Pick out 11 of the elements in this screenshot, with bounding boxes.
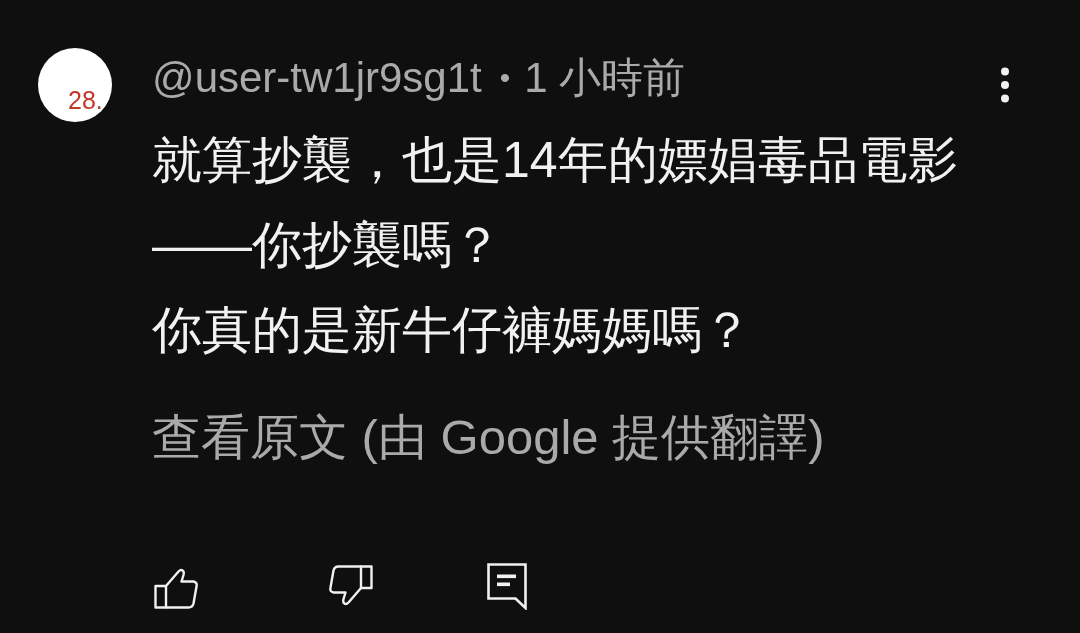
author-name[interactable]: @user-tw1jr9sg1t	[152, 48, 482, 108]
comment-icon	[487, 563, 527, 610]
comment-text: 就算抄襲，也是14年的嫖娼毒品電影——你抄襲嗎？	[152, 131, 959, 275]
bullet-separator: •	[499, 60, 511, 96]
comment-time: 1 小時前	[524, 53, 686, 103]
reply-button[interactable]	[487, 563, 527, 610]
view-original-link[interactable]: 查看原文 (由 Google 提供翻譯)	[152, 407, 825, 467]
more-options-icon	[999, 67, 1011, 103]
comment-text: 你真的是新牛仔褲媽媽嗎？	[152, 301, 753, 360]
avatar-text: 28.	[68, 86, 103, 114]
more-options-button[interactable]	[999, 67, 1011, 103]
